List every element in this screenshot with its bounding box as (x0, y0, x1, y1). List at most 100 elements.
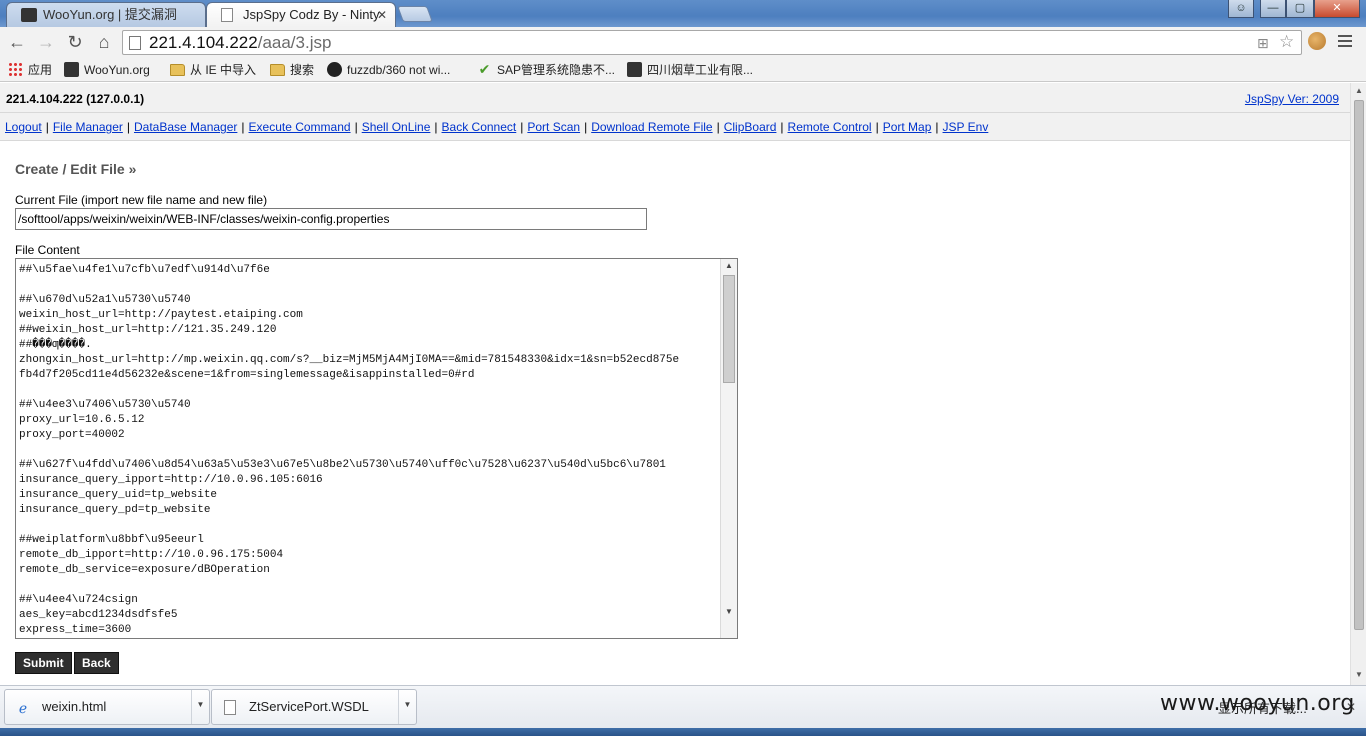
menu-separator: | (780, 120, 784, 134)
current-file-label: Current File (import new file name and n… (15, 193, 268, 207)
close-tab-icon[interactable]: ✕ (377, 3, 387, 27)
menu-file-manager[interactable]: File Manager (53, 120, 123, 134)
chevron-down-icon[interactable]: ▼ (398, 690, 416, 724)
menu-separator: | (716, 120, 720, 134)
menu-logout[interactable]: Logout (5, 120, 42, 134)
translate-icon[interactable]: ⊞ (1257, 35, 1269, 52)
menu-port-map[interactable]: Port Map (883, 120, 932, 134)
scroll-thumb[interactable] (1354, 100, 1364, 630)
menu-database-manager[interactable]: DataBase Manager (134, 120, 237, 134)
minimize-button[interactable]: — (1260, 0, 1286, 18)
current-file-input[interactable]: /softtool/apps/weixin/weixin/WEB-INF/cla… (15, 208, 647, 230)
bookmark-label: 从 IE 中导入 (190, 63, 257, 77)
menu-shell-online[interactable]: Shell OnLine (362, 120, 431, 134)
menu-separator: | (241, 120, 245, 134)
scroll-down-icon[interactable]: ▼ (1351, 667, 1366, 683)
menu-port-scan[interactable]: Port Scan (527, 120, 580, 134)
scroll-down-icon[interactable]: ▼ (721, 605, 737, 619)
file-content-textarea[interactable]: ##\u5fae\u4fe1\u7cfb\u7edf\u914d\u7f6e #… (15, 258, 738, 639)
forward-arrow-icon[interactable]: → (35, 31, 57, 53)
menu-download-remote-file[interactable]: Download Remote File (591, 120, 712, 134)
wooyun-favicon-icon (21, 8, 37, 22)
textarea-scrollbar[interactable]: ▲ ▼ (720, 259, 737, 638)
bookmark-search[interactable]: 搜索 (270, 62, 314, 78)
page-header: 221.4.104.222 (127.0.0.1) JspSpy Ver: 20… (0, 83, 1350, 113)
download-name: ZtServicePort.WSDL (249, 699, 369, 714)
bookmark-label: 应用 (28, 63, 53, 77)
browser-window: WooYun.org | 提交漏洞 JspSpy Codz By - Ninty… (0, 0, 1366, 736)
bookmark-label: 搜索 (290, 63, 315, 77)
menu-separator: | (875, 120, 879, 134)
scroll-up-icon[interactable]: ▲ (1351, 83, 1366, 99)
cookie-extension-icon[interactable] (1308, 32, 1326, 50)
folder-icon (270, 64, 285, 76)
url-text: 221.4.104.222/aaa/3.jsp (149, 33, 331, 53)
tab-jspspy[interactable]: JspSpy Codz By - Ninty ✕ (206, 2, 396, 27)
browser-toolbar: ← → ↻ ⌂ 221.4.104.222/aaa/3.jsp ⊞ ☆ (0, 27, 1366, 58)
scroll-up-icon[interactable]: ▲ (721, 259, 737, 273)
download-item-wsdl[interactable]: ZtServicePort.WSDL ▼ (211, 689, 417, 725)
menu-back-connect[interactable]: Back Connect (442, 120, 517, 134)
menu-execute-command[interactable]: Execute Command (249, 120, 351, 134)
menu-clipboard[interactable]: ClipBoard (724, 120, 777, 134)
bookmarks-bar: 应用 WooYun.org 从 IE 中导入 搜索 fuzzdb/360 not… (0, 58, 1366, 82)
tab-wooyun[interactable]: WooYun.org | 提交漏洞 (6, 2, 206, 27)
menu-separator: | (434, 120, 438, 134)
menu-separator: | (584, 120, 588, 134)
file-content-text: ##\u5fae\u4fe1\u7cfb\u7edf\u914d\u7f6e #… (19, 264, 680, 636)
bookmark-label: 四川烟草工业有限... (647, 63, 754, 77)
github-icon (327, 62, 342, 77)
bookmark-sichuan[interactable]: 四川烟草工业有限... (627, 62, 753, 78)
download-item-weixin[interactable]: ℯ weixin.html ▼ (4, 689, 210, 725)
close-window-button[interactable]: ✕ (1314, 0, 1360, 18)
page-favicon-icon (221, 8, 233, 22)
menu-jsp-env[interactable]: JSP Env (943, 120, 989, 134)
apps-icon (8, 62, 23, 77)
menu-separator: | (126, 120, 130, 134)
ie-file-icon: ℯ (18, 700, 28, 716)
watermark: www.wooyun.org (1160, 691, 1355, 716)
page-content: 221.4.104.222 (127.0.0.1) JspSpy Ver: 20… (0, 83, 1350, 685)
file-content-label: File Content (15, 243, 80, 257)
menu-separator: | (354, 120, 358, 134)
reload-icon[interactable]: ↻ (64, 31, 86, 53)
page-scrollbar[interactable]: ▲ ▼ (1350, 83, 1366, 685)
back-arrow-icon[interactable]: ← (6, 31, 28, 53)
wooyun-icon (627, 62, 642, 77)
scroll-thumb[interactable] (723, 275, 735, 383)
star-icon[interactable]: ☆ (1279, 32, 1294, 52)
section-title: Create / Edit File » (15, 161, 137, 177)
menu-separator: | (520, 120, 524, 134)
bookmark-label: fuzzdb/360 not wi... (347, 63, 451, 77)
maximize-button[interactable]: ▢ (1286, 0, 1314, 18)
address-bar[interactable]: 221.4.104.222/aaa/3.jsp ⊞ ☆ (122, 30, 1302, 55)
tab-title: JspSpy Codz By - Ninty (243, 7, 380, 22)
tab-title: WooYun.org | 提交漏洞 (43, 7, 177, 22)
file-icon (224, 700, 236, 715)
new-tab-button[interactable] (397, 6, 433, 22)
bookmark-apps[interactable]: 应用 (8, 62, 52, 78)
chrome-menu-icon[interactable] (1338, 35, 1352, 50)
back-button[interactable]: Back (74, 652, 119, 674)
chevron-down-icon[interactable]: ▼ (191, 690, 209, 724)
check-icon: ✔ (478, 61, 491, 77)
download-name: weixin.html (42, 699, 107, 714)
bookmark-ie-import[interactable]: 从 IE 中导入 (170, 62, 256, 78)
user-icon[interactable]: ☺ (1228, 0, 1254, 18)
page-icon (129, 36, 141, 50)
bookmark-wooyun[interactable]: WooYun.org (64, 62, 150, 78)
url-host: 221.4.104.222 (149, 33, 258, 52)
version-link[interactable]: JspSpy Ver: 2009 (1245, 92, 1339, 106)
menu-separator: | (935, 120, 939, 134)
submit-button[interactable]: Submit (15, 652, 72, 674)
url-path: /aaa/3.jsp (257, 33, 332, 52)
home-icon[interactable]: ⌂ (93, 31, 115, 53)
bookmark-fuzzdb[interactable]: fuzzdb/360 not wi... (327, 62, 450, 78)
tab-strip: WooYun.org | 提交漏洞 JspSpy Codz By - Ninty… (0, 0, 1366, 27)
bookmark-sap[interactable]: ✔ SAP管理系统隐患不... (477, 62, 615, 78)
bookmark-label: SAP管理系统隐患不... (497, 63, 616, 77)
menu-remote-control[interactable]: Remote Control (788, 120, 872, 134)
bookmark-label: WooYun.org (84, 63, 150, 77)
os-taskbar (0, 728, 1366, 736)
menu-separator: | (45, 120, 49, 134)
